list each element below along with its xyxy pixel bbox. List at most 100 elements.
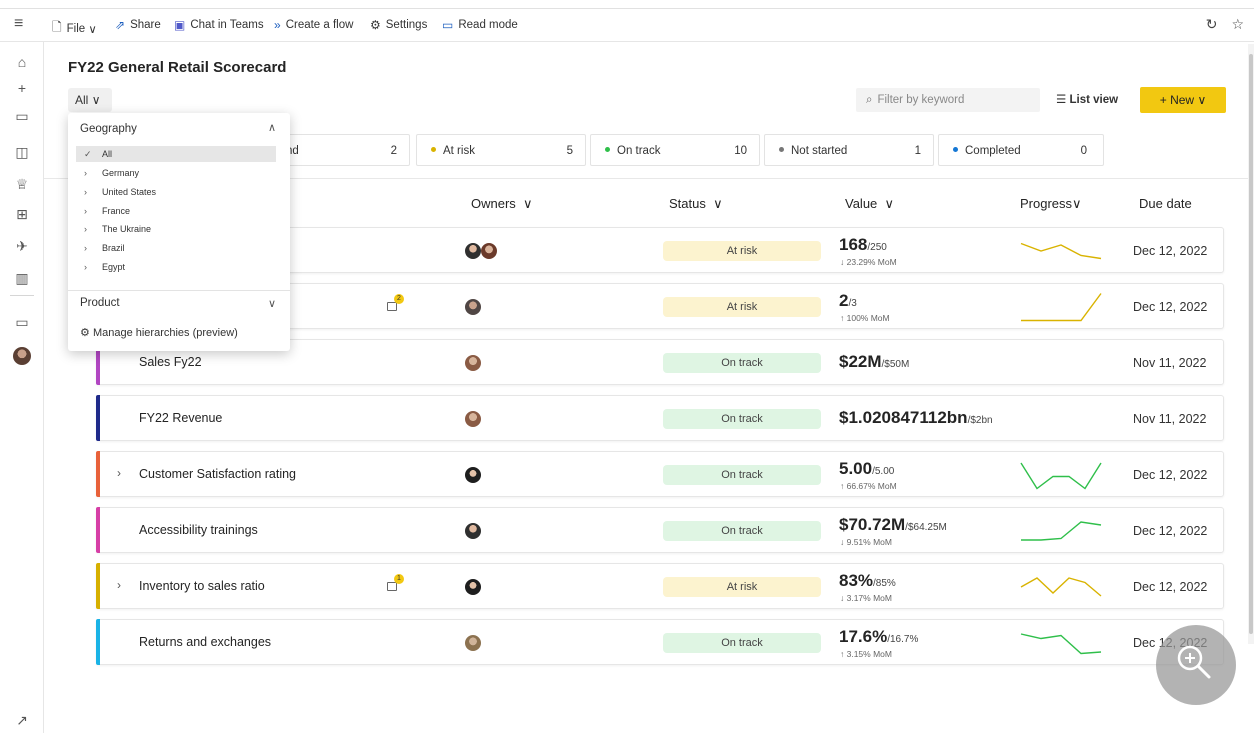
chevron-right-icon: › — [84, 243, 87, 253]
expand-icon[interactable]: ↗ — [12, 710, 32, 730]
table-row[interactable]: Returns and exchanges On track 17.6%/16.… — [96, 619, 1224, 665]
column-progress[interactable]: Progress∨ — [1020, 196, 1082, 212]
settings-button[interactable]: ⚙ Settings — [370, 18, 427, 32]
favorite-star-icon[interactable]: ☆ — [1231, 16, 1244, 33]
notes-icon[interactable]: 1 — [387, 574, 404, 592]
sparkline-path — [1020, 633, 1102, 655]
dropdown-item-brazil[interactable]: › Brazil — [76, 240, 276, 256]
sparkline-path — [1021, 293, 1102, 322]
home-icon[interactable]: ⌂ — [12, 52, 32, 72]
vertical-scrollbar[interactable] — [1248, 44, 1254, 644]
page-title: FY22 General Retail Scorecard — [68, 59, 287, 76]
workspace-icon[interactable]: ▭ — [12, 312, 32, 332]
chip-at-risk[interactable]: At risk 5 — [416, 134, 586, 166]
new-button[interactable]: + New ∨ — [1140, 87, 1226, 113]
plus-icon: + — [1159, 93, 1167, 107]
notes-icon[interactable]: 2 — [387, 294, 404, 312]
chevron-down-icon[interactable]: ∨ — [268, 297, 276, 310]
browse-icon[interactable]: ▭ — [12, 106, 32, 126]
file-menu[interactable]: 🗋 File ∨ — [52, 18, 97, 39]
left-nav-rail: ⌂ + ▭ ◫ ♕ ⊞ ✈ ▥ ▭ ↗ — [0, 42, 44, 733]
expand-chevron-icon[interactable]: › — [117, 466, 121, 480]
dropdown-item-france[interactable]: › France — [76, 203, 276, 219]
dropdown-item-all[interactable]: ✓ All — [76, 146, 276, 162]
value-display: $70.72M/$64.25M — [839, 515, 947, 534]
scrollbar-thumb[interactable] — [1249, 54, 1253, 634]
row-color-bar — [96, 507, 100, 553]
status-badge: On track — [663, 521, 821, 541]
learn-icon[interactable]: ✈ — [12, 236, 32, 256]
due-date: Dec 12, 2022 — [1133, 468, 1208, 482]
status-badge: At risk — [663, 241, 821, 261]
metric-name: Inventory to sales ratio — [139, 579, 265, 593]
value-display: 168/250 — [839, 235, 887, 254]
chevron-down-icon: ∨ — [884, 196, 895, 211]
due-date: Nov 11, 2022 — [1133, 356, 1207, 370]
due-date: Nov 11, 2022 — [1133, 412, 1207, 426]
list-view-button[interactable]: ☰ List view — [1056, 92, 1118, 106]
teams-icon: ▣ — [174, 18, 186, 32]
dropdown-item-germany[interactable]: › Germany — [76, 165, 276, 181]
create-icon[interactable]: + — [12, 78, 32, 98]
geography-header[interactable]: Geography — [80, 123, 137, 135]
create-flow-button[interactable]: » Create a flow — [274, 18, 353, 32]
value-change: ↑ 3.15% MoM — [840, 649, 892, 659]
metric-name: Accessibility trainings — [139, 523, 258, 537]
chip-on-track[interactable]: On track 10 — [590, 134, 760, 166]
due-date: Dec 12, 2022 — [1133, 524, 1208, 538]
table-row[interactable]: › Inventory to sales ratio 1 At risk 83%… — [96, 563, 1224, 609]
value-change: ↓ 23.29% MoM — [840, 257, 897, 267]
avatar — [465, 355, 481, 371]
row-color-bar — [96, 395, 100, 441]
chevron-down-icon: ∨ — [523, 196, 533, 211]
dropdown-divider — [68, 290, 290, 291]
dropdown-item-the-ukraine[interactable]: › The Ukraine — [76, 221, 276, 237]
product-header[interactable]: Product — [80, 297, 120, 309]
dropdown-item-united-states[interactable]: › United States — [76, 184, 276, 200]
metric-name: Sales Fy22 — [139, 355, 202, 369]
apps-icon[interactable]: ⊞ — [12, 204, 32, 224]
dropdown-item-egypt[interactable]: › Egypt — [76, 259, 276, 275]
progress-sparkline — [1020, 242, 1102, 260]
avatar — [481, 243, 497, 259]
read-mode-button[interactable]: ▭ Read mode — [442, 18, 518, 32]
avatar — [465, 243, 481, 259]
chat-in-teams-button[interactable]: ▣ Chat in Teams — [174, 18, 264, 32]
value-display: 17.6%/16.7% — [839, 627, 919, 646]
column-due-date[interactable]: Due date — [1139, 196, 1192, 211]
table-row[interactable]: Accessibility trainings On track $70.72M… — [96, 507, 1224, 553]
toolbar-right: ↻ ☆ — [1206, 16, 1244, 33]
status-badge: On track — [663, 353, 821, 373]
status-badge: On track — [663, 409, 821, 429]
chip-completed[interactable]: Completed 0 — [938, 134, 1104, 166]
column-status[interactable]: Status ∨ — [669, 196, 723, 212]
column-value[interactable]: Value ∨ — [845, 196, 894, 212]
chip-not-started[interactable]: Not started 1 — [764, 134, 934, 166]
chevron-down-icon: ∨ — [713, 196, 723, 211]
zoom-magnifier-overlay[interactable] — [1156, 625, 1236, 705]
expand-chevron-icon[interactable]: › — [117, 578, 121, 592]
refresh-icon[interactable]: ↻ — [1206, 16, 1218, 33]
progress-sparkline — [1020, 577, 1102, 597]
top-toolbar: ≡ 🗋 File ∨ ⇗ Share ▣ Chat in Teams » Create … — [0, 8, 1254, 42]
avatar — [465, 467, 481, 483]
goals-icon[interactable]: ♕ — [12, 174, 32, 194]
table-row[interactable]: › Customer Satisfaction rating On track … — [96, 451, 1224, 497]
value-change: ↑ 66.67% MoM — [840, 481, 897, 491]
user-avatar[interactable] — [13, 347, 31, 365]
data-hub-icon[interactable]: ◫ — [12, 142, 32, 162]
table-row[interactable]: FY22 Revenue On track $1.020847112bn/$2b… — [96, 395, 1224, 441]
filter-input[interactable]: ⌕ Filter by keyword — [856, 88, 1040, 112]
chevron-right-icon: › — [84, 206, 87, 216]
avatar — [465, 411, 481, 427]
hierarchy-filter-dropdown[interactable]: All ∨ — [68, 88, 112, 112]
chevron-down-icon: ∨ — [91, 93, 101, 107]
manage-hierarchies-link[interactable]: ⚙ Manage hierarchies (preview) — [80, 326, 238, 339]
column-owners[interactable]: Owners ∨ — [471, 196, 533, 212]
workspaces-icon[interactable]: ▥ — [12, 268, 32, 288]
value-display: 83%/85% — [839, 571, 896, 590]
chevron-up-icon[interactable]: ∧ — [268, 121, 276, 134]
list-view-icon: ☰ — [1056, 94, 1067, 106]
share-button[interactable]: ⇗ Share — [115, 18, 161, 32]
hamburger-icon[interactable]: ≡ — [14, 15, 23, 33]
